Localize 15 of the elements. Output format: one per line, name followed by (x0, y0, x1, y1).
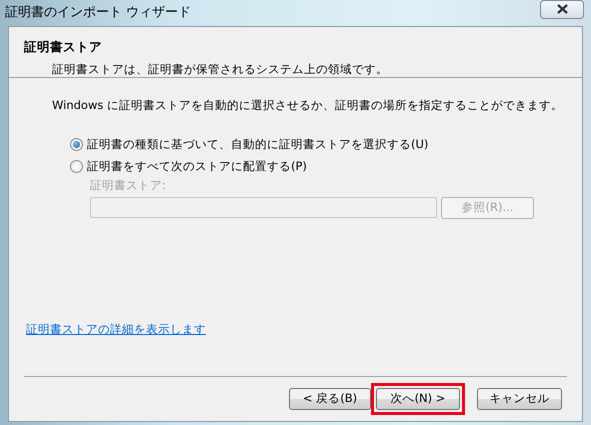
radio-button[interactable] (70, 160, 83, 173)
header-title: 証明書ストア (24, 38, 103, 56)
radio-label: 証明書の種類に基づいて、自動的に証明書ストアを選択する(U) (87, 136, 428, 153)
header-subtitle: 証明書ストアは、証明書が保管されるシステム上の領域です。 (52, 60, 389, 78)
cancel-button[interactable]: キャンセル (477, 388, 562, 410)
radio-button[interactable] (70, 138, 83, 151)
close-button[interactable] (540, 0, 584, 18)
store-label: 証明書ストア: (90, 177, 167, 194)
next-button[interactable]: 次へ(N) > (376, 388, 460, 410)
close-icon (556, 4, 568, 14)
radio-label: 証明書をすべて次のストアに配置する(P) (87, 158, 307, 175)
back-button[interactable]: < 戻る(B) (289, 388, 371, 410)
details-link[interactable]: 証明書ストアの詳細を表示します (26, 322, 206, 336)
window-title: 証明書のインポート ウィザード (5, 4, 192, 22)
intro-text: Windows に証明書ストアを自動的に選択させるか、証明書の場所を指定することができます。 (52, 97, 564, 114)
